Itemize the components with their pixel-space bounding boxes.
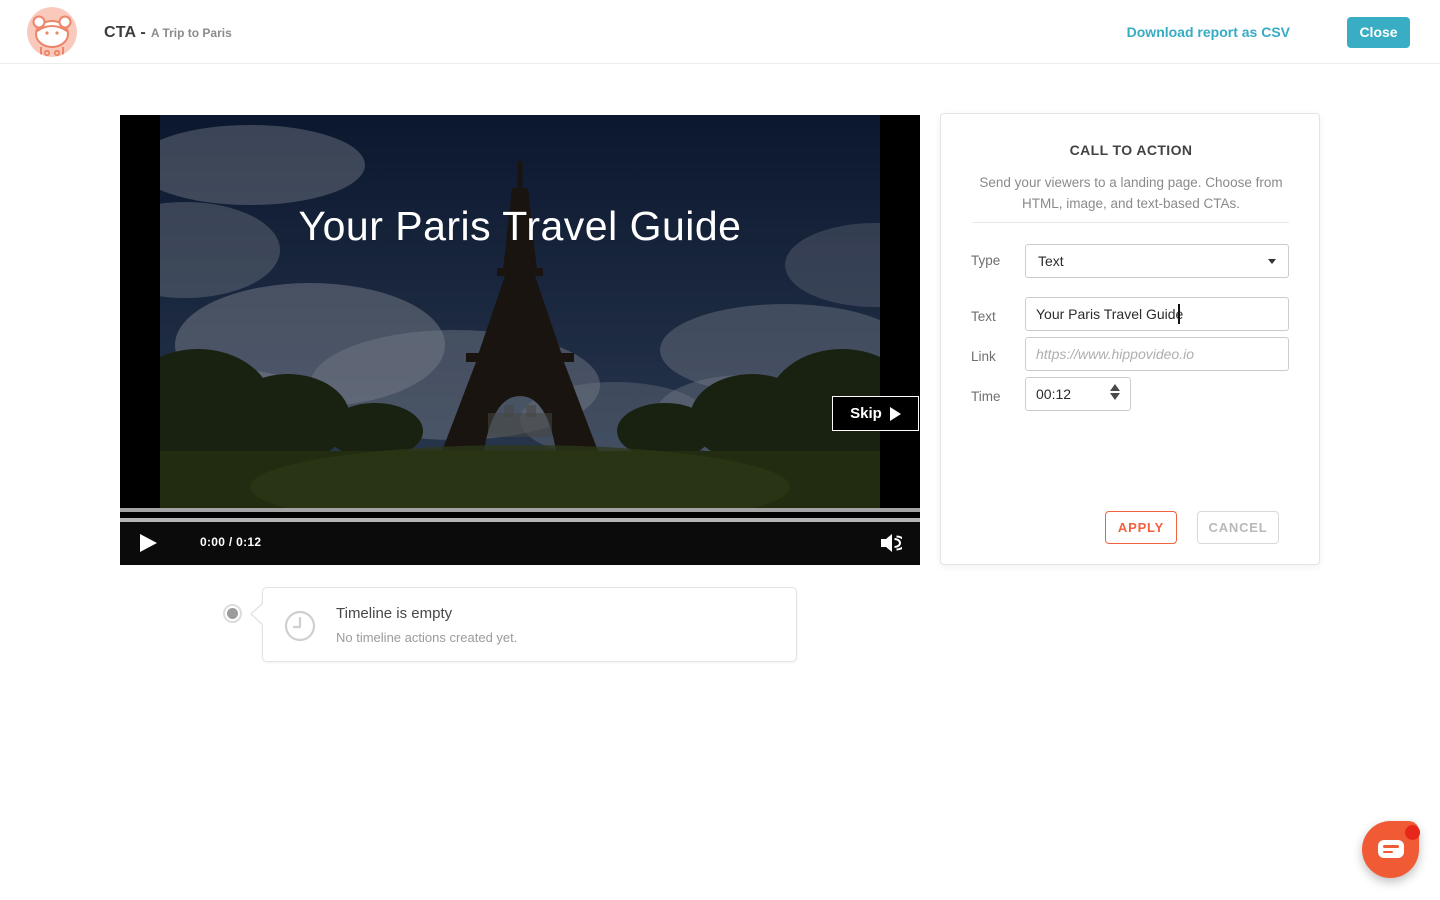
text-input[interactable] (1025, 297, 1289, 331)
timeline-empty-subtitle: No timeline actions created yet. (336, 630, 517, 645)
skip-button[interactable]: Skip (832, 396, 919, 431)
player-controls: 0:00 / 0:12 (120, 522, 920, 565)
time-input[interactable] (1026, 386, 1082, 402)
play-icon (140, 534, 157, 552)
text-cursor (1178, 304, 1180, 324)
volume-button[interactable] (878, 531, 902, 555)
video-title-overlay: Your Paris Travel Guide (120, 203, 920, 250)
cancel-button[interactable]: CANCEL (1197, 511, 1279, 544)
page: CTA - A Trip to Paris Download report as… (0, 0, 1440, 900)
notification-dot (1405, 825, 1420, 840)
timeline-bullet (223, 604, 242, 623)
link-label: Link (971, 349, 996, 364)
play-triangle-icon (890, 407, 901, 421)
card-tail (250, 602, 263, 626)
timeline-empty-title: Timeline is empty (336, 605, 452, 622)
skip-label: Skip (850, 405, 882, 422)
type-select-value: Text (1038, 253, 1064, 269)
stepper-down-icon[interactable] (1110, 393, 1120, 400)
stepper-up-icon[interactable] (1110, 384, 1120, 391)
download-csv-link[interactable]: Download report as CSV (1127, 24, 1290, 40)
chevron-down-icon (1268, 259, 1276, 264)
play-button[interactable] (140, 534, 162, 553)
hippo-logo (27, 7, 77, 57)
panel-description: Send your viewers to a landing page. Cho… (971, 172, 1291, 214)
time-label: Time (971, 389, 1001, 404)
video-scene (160, 115, 880, 508)
text-label: Text (971, 309, 996, 324)
breadcrumb: CTA - A Trip to Paris (104, 0, 232, 64)
divider (972, 222, 1289, 223)
paris-video-still (160, 115, 880, 508)
panel-description-line1: Send your viewers to a landing page. Cho… (971, 172, 1291, 193)
link-input[interactable] (1025, 337, 1289, 371)
hippo-logo-icon (27, 7, 77, 57)
panel-title: CALL TO ACTION (941, 142, 1321, 158)
type-select[interactable]: Text (1025, 244, 1289, 278)
speaker-icon (878, 531, 902, 555)
type-label: Type (971, 253, 1000, 268)
clock-icon (284, 610, 316, 642)
top-header: CTA - A Trip to Paris Download report as… (0, 0, 1440, 64)
apply-button[interactable]: APPLY (1105, 511, 1177, 544)
timeline-empty-card: Timeline is empty No timeline actions cr… (262, 587, 797, 662)
chat-bubble-icon (1378, 840, 1404, 858)
time-field (1025, 377, 1131, 411)
panel-description-line2: HTML, image, and text-based CTAs. (971, 193, 1291, 214)
page-title: CTA - (104, 24, 146, 42)
video-player: Your Paris Travel Guide Skip 0:00 / 0:12 (120, 115, 920, 565)
time-display: 0:00 / 0:12 (200, 535, 261, 549)
cta-panel: CALL TO ACTION Send your viewers to a la… (940, 113, 1320, 565)
header-actions: Download report as CSV Close (1127, 0, 1410, 64)
video-name: A Trip to Paris (151, 26, 232, 40)
seek-bar[interactable] (120, 508, 920, 512)
time-stepper[interactable] (1110, 384, 1120, 400)
close-button[interactable]: Close (1347, 17, 1410, 48)
